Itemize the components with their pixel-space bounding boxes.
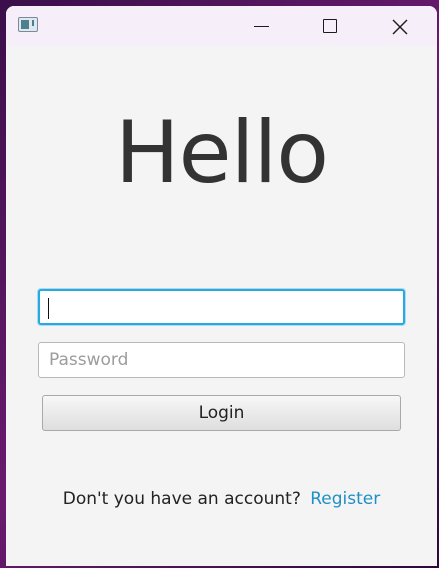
maximize-icon — [323, 19, 337, 33]
maximize-button[interactable] — [294, 6, 364, 46]
account-question: Don't you have an account? — [62, 489, 301, 509]
app-icon — [18, 17, 38, 32]
text-caret — [48, 298, 49, 319]
password-input[interactable] — [38, 342, 405, 378]
minimize-icon — [254, 26, 269, 28]
title-bar[interactable] — [6, 6, 437, 46]
minimize-button[interactable] — [226, 6, 296, 46]
close-icon — [392, 19, 408, 35]
close-button[interactable] — [364, 6, 434, 46]
register-link[interactable]: Register — [310, 489, 380, 509]
login-button[interactable]: Login — [42, 395, 401, 431]
username-input[interactable] — [38, 289, 405, 325]
register-prompt: Don't you have an account? Register — [6, 487, 437, 511]
app-window: Hello Login Don't you have an account? R… — [6, 6, 437, 566]
hello-heading: Hello — [115, 103, 329, 203]
